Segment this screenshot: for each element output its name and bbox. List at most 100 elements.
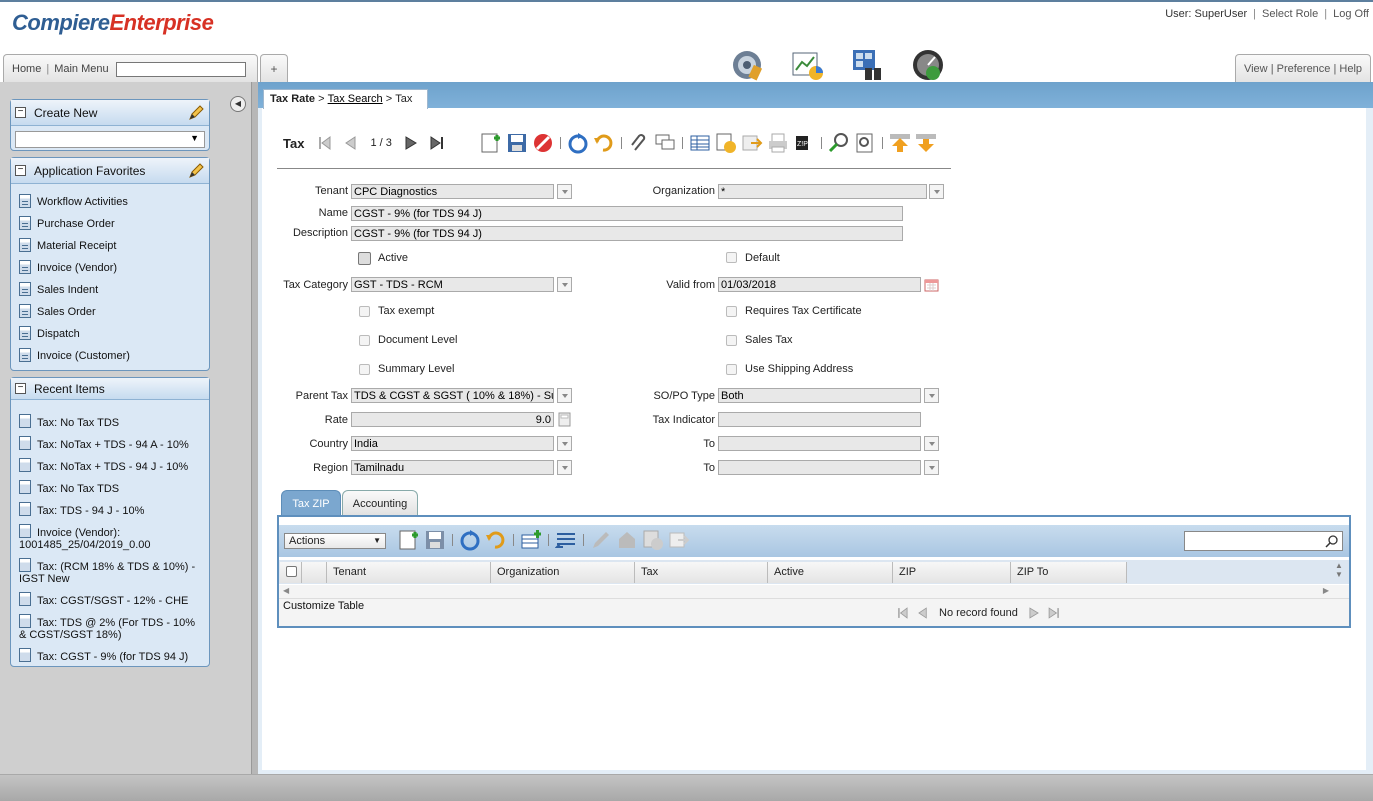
scroll-right-icon[interactable]: ▶ [1323, 586, 1329, 595]
refresh-icon[interactable] [567, 132, 589, 154]
recent-item[interactable]: Tax: NoTax + TDS - 94 A - 10% [11, 432, 209, 454]
grid-new-icon[interactable] [398, 529, 420, 551]
tab-tax-zip[interactable]: Tax ZIP [281, 490, 341, 516]
recent-item[interactable]: Tax: TDS - 94 J - 10% [11, 498, 209, 520]
tax-category-field[interactable]: GST - TDS - RCM [351, 277, 554, 292]
home-link[interactable]: Home [12, 63, 41, 75]
parent-tax-dropdown-icon[interactable] [557, 388, 572, 403]
select-role-link[interactable]: Select Role [1262, 8, 1318, 20]
recent-item[interactable]: Tax: CGST/SGST - 12% - CHE [11, 588, 209, 610]
organization-field[interactable]: * [718, 184, 927, 199]
horizontal-scrollbar[interactable]: ◀ ▶ [279, 585, 1349, 598]
favorite-item[interactable]: Sales Order [11, 302, 209, 324]
select-all-checkbox[interactable] [286, 566, 297, 577]
sales-tax-checkbox[interactable] [726, 335, 737, 346]
tenant-dropdown-icon[interactable] [557, 184, 572, 199]
collapse-sidebar-button[interactable]: ◀ [230, 96, 246, 112]
description-field[interactable]: CGST - 9% (for TDS 94 J) [351, 226, 903, 241]
parent-record-icon[interactable] [889, 132, 911, 154]
create-new-header[interactable]: − Create New [11, 100, 209, 126]
column-header-zip-to[interactable]: ZIP To [1011, 562, 1127, 583]
region-field[interactable]: Tamilnadu [351, 460, 554, 475]
favorite-item[interactable]: Material Receipt [11, 236, 209, 258]
grid-home-icon[interactable] [616, 529, 638, 551]
rate-field[interactable]: 9.0 [351, 412, 554, 427]
previous-record-icon[interactable] [340, 132, 362, 154]
tenant-field[interactable]: CPC Diagnostics [351, 184, 554, 199]
grid-first-icon[interactable] [893, 604, 913, 622]
undo-icon[interactable] [593, 132, 615, 154]
tax-exempt-checkbox[interactable] [359, 306, 370, 317]
calculator-icon[interactable] [558, 412, 571, 427]
breadcrumb-tax-search-link[interactable]: Tax Search [328, 93, 383, 105]
scroll-left-icon[interactable]: ◀ [283, 586, 289, 595]
favorite-item[interactable]: Workflow Activities [11, 192, 209, 214]
favorite-item[interactable]: Invoice (Vendor) [11, 258, 209, 280]
preference-link[interactable]: Preference [1277, 63, 1331, 75]
collapse-icon[interactable]: − [15, 107, 26, 118]
attachment-icon[interactable] [628, 132, 650, 154]
column-header-organization[interactable]: Organization [491, 562, 635, 583]
log-off-link[interactable]: Log Off [1333, 8, 1369, 20]
recent-item[interactable]: Invoice (Vendor): 1001485_25/04/2019_0.0… [11, 520, 209, 554]
find-icon[interactable] [828, 132, 850, 154]
grid-last-icon[interactable] [1044, 604, 1064, 622]
recent-item[interactable]: Tax: (RCM 18% & TDS & 10%) - IGST New [11, 554, 209, 588]
create-new-select[interactable] [15, 131, 205, 148]
grid-pencil-icon[interactable] [590, 529, 612, 551]
grid-save-icon[interactable] [424, 529, 446, 551]
report-icon[interactable] [854, 132, 876, 154]
so-po-type-field[interactable]: Both [718, 388, 921, 403]
recent-item[interactable]: Tax: CGST - 9% (for TDS 94 J) [11, 644, 209, 666]
grid-add-row-icon[interactable] [520, 529, 542, 551]
parent-tax-field[interactable]: TDS & CGST & SGST ( 10% & 18%) - Su [351, 388, 554, 403]
main-menu-link[interactable]: Main Menu [54, 63, 108, 75]
default-checkbox[interactable] [726, 252, 737, 263]
requires-tax-certificate-checkbox[interactable] [726, 306, 737, 317]
chat-icon[interactable] [654, 132, 676, 154]
recent-items-header[interactable]: − Recent Items [11, 378, 209, 400]
collapse-icon[interactable]: − [15, 165, 26, 176]
view-link[interactable]: View [1244, 63, 1268, 75]
first-record-icon[interactable] [314, 132, 336, 154]
favorite-item[interactable]: Sales Indent [11, 280, 209, 302]
valid-from-field[interactable]: 01/03/2018 [718, 277, 921, 292]
collapse-icon[interactable]: − [15, 383, 26, 394]
grid-zoom-across-icon[interactable] [668, 529, 690, 551]
to-country-field[interactable] [718, 436, 921, 451]
tax-indicator-field[interactable] [718, 412, 921, 427]
organization-dropdown-icon[interactable] [929, 184, 944, 199]
find-binoculars-icon[interactable] [851, 48, 885, 82]
menu-search-input[interactable] [115, 61, 246, 77]
active-checkbox[interactable] [358, 252, 371, 265]
grid-actions-select[interactable]: Actions [284, 533, 386, 549]
calendar-icon[interactable] [924, 278, 939, 292]
vertical-scrollbar[interactable]: ▲ ▼ [1335, 561, 1343, 579]
so-po-type-dropdown-icon[interactable] [924, 388, 939, 403]
next-record-icon[interactable] [400, 132, 422, 154]
search-icon[interactable] [1325, 534, 1339, 548]
to-country-dropdown-icon[interactable] [924, 436, 939, 451]
recent-item[interactable]: Tax: NoTax + TDS - 94 J - 10% [11, 454, 209, 476]
last-record-icon[interactable] [426, 132, 448, 154]
export-icon[interactable]: Z!P [793, 132, 815, 154]
favorite-item[interactable]: Purchase Order [11, 214, 209, 236]
zoom-across-icon[interactable] [741, 132, 763, 154]
print-icon[interactable] [767, 132, 789, 154]
region-dropdown-icon[interactable] [557, 460, 572, 475]
chart-report-icon[interactable] [791, 48, 825, 82]
add-tab-button[interactable]: + [260, 54, 288, 83]
recent-item[interactable]: Tax: TDS @ 2% (For TDS - 10% & CGST/SGST… [11, 610, 209, 644]
workflow-gear-icon[interactable] [731, 48, 765, 82]
column-header-active[interactable]: Active [768, 562, 893, 583]
column-header-tax[interactable]: Tax [635, 562, 768, 583]
delete-icon[interactable] [532, 132, 554, 154]
to-region-field[interactable] [718, 460, 921, 475]
edit-pencil-icon[interactable] [188, 163, 204, 179]
save-icon[interactable] [506, 132, 528, 154]
summary-level-checkbox[interactable] [359, 364, 370, 375]
tax-category-dropdown-icon[interactable] [557, 277, 572, 292]
document-level-checkbox[interactable] [359, 335, 370, 346]
grid-edit-rows-icon[interactable] [555, 529, 577, 551]
tab-accounting[interactable]: Accounting [342, 490, 418, 516]
